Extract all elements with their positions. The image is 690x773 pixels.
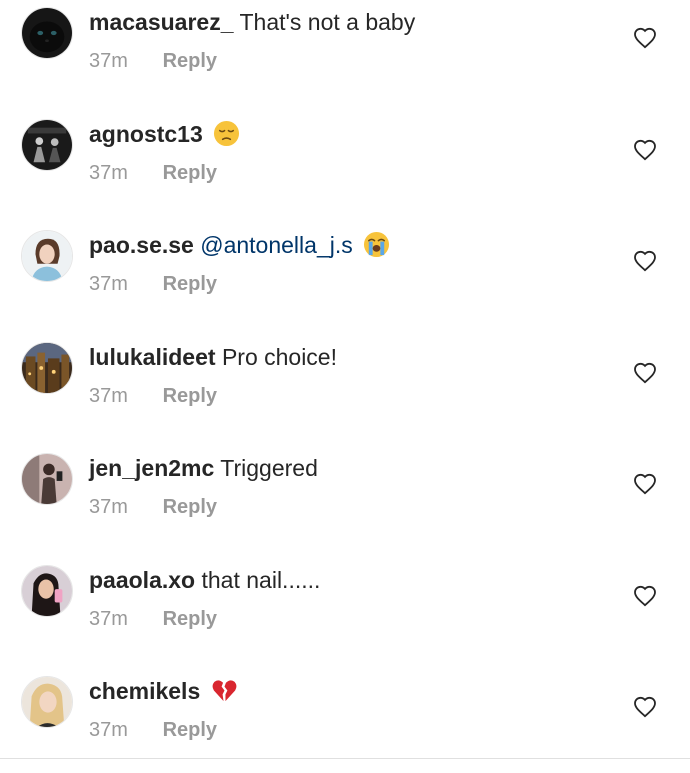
comment-timestamp: 37m	[89, 607, 128, 630]
comment-username[interactable]: chemikels	[89, 678, 200, 704]
heart-outline-icon[interactable]	[633, 473, 657, 495]
user-avatar[interactable]	[21, 230, 73, 282]
heart-outline-icon[interactable]	[633, 585, 657, 607]
user-avatar[interactable]	[21, 676, 73, 728]
user-avatar[interactable]	[21, 341, 73, 394]
loudly-crying-face-emoji-icon	[363, 231, 390, 258]
user-avatar[interactable]	[21, 7, 73, 59]
dark-figures-avatar-icon	[22, 119, 72, 170]
comment-text: that nail......	[201, 566, 321, 593]
comment-username[interactable]: agnostc13	[89, 121, 203, 147]
comment-line: chemikels	[89, 677, 238, 705]
reply-button[interactable]: Reply	[163, 719, 217, 741]
comment-item: paaola.xo that nail...... 37m Reply	[0, 558, 690, 670]
comment-timestamp: 37m	[89, 496, 128, 518]
user-avatar[interactable]	[21, 453, 73, 505]
reply-button[interactable]: Reply	[163, 162, 217, 184]
broken-heart-emoji-icon	[211, 677, 238, 704]
comment-meta: 37m Reply	[89, 272, 217, 296]
comment-username[interactable]: macasuarez_	[89, 9, 234, 35]
comment-timestamp: 37m	[89, 273, 128, 295]
comment-list: macasuarez_ That's not a baby 37m Reply …	[0, 0, 690, 773]
comment-username[interactable]: lulukalideet	[89, 344, 216, 370]
user-avatar[interactable]	[21, 564, 73, 617]
comment-mention-link[interactable]: @antonella_j.s	[200, 232, 353, 258]
comment-username[interactable]: pao.se.se	[89, 232, 194, 258]
reply-button[interactable]: Reply	[163, 385, 217, 407]
comment-item: pao.se.se @antonella_j.s 37m Reply	[0, 223, 690, 335]
dark-hair-selfie-avatar-icon	[22, 565, 72, 616]
comment-timestamp: 37m	[89, 50, 128, 72]
comment-meta: 37m Reply	[89, 607, 217, 631]
comment-item: macasuarez_ That's not a baby 37m Reply	[0, 0, 690, 112]
girl-portrait-avatar-icon	[22, 231, 72, 281]
heart-outline-icon[interactable]	[633, 139, 657, 161]
comment-text: That's not a baby	[239, 9, 416, 35]
heart-outline-icon[interactable]	[633, 250, 657, 272]
black-cat-avatar-icon	[22, 8, 72, 58]
comment-line: jen_jen2mc Triggered	[89, 454, 318, 482]
comment-timestamp: 37m	[89, 384, 128, 407]
comment-line: lulukalideet Pro choice!	[89, 343, 337, 371]
heart-outline-icon[interactable]	[633, 362, 657, 384]
mirror-selfie-avatar-icon	[22, 454, 72, 504]
comment-timestamp: 37m	[89, 719, 128, 741]
blonde-selfie-avatar-icon	[22, 677, 72, 727]
heart-outline-icon[interactable]	[633, 27, 657, 49]
user-avatar[interactable]	[21, 118, 73, 171]
comment-timestamp: 37m	[89, 161, 128, 184]
comment-meta: 37m Reply	[89, 495, 217, 519]
pensive-face-emoji-icon	[213, 120, 240, 147]
comment-username[interactable]: paaola.xo	[89, 567, 195, 593]
comment-item: jen_jen2mc Triggered 37m Reply	[0, 446, 690, 558]
reply-button[interactable]: Reply	[163, 50, 217, 72]
list-divider	[0, 758, 690, 759]
comment-line: macasuarez_ That's not a baby	[89, 8, 415, 36]
reply-button[interactable]: Reply	[163, 608, 217, 630]
comment-item: lulukalideet Pro choice! 37m Reply	[0, 335, 690, 447]
reply-button[interactable]: Reply	[163, 273, 217, 295]
comment-item: agnostc13 37m Reply	[0, 112, 690, 224]
comment-meta: 37m Reply	[89, 718, 217, 742]
comment-text: Pro choice!	[221, 343, 337, 370]
city-night-avatar-icon	[22, 342, 72, 393]
comment-line: pao.se.se @antonella_j.s	[89, 231, 390, 259]
reply-button[interactable]: Reply	[163, 496, 217, 518]
comment-line: agnostc13	[89, 120, 240, 148]
comment-line: paaola.xo that nail......	[89, 566, 320, 594]
comment-meta: 37m Reply	[89, 49, 217, 73]
comment-username[interactable]: jen_jen2mc	[89, 455, 214, 481]
comment-meta: 37m Reply	[89, 384, 217, 408]
heart-outline-icon[interactable]	[633, 696, 657, 718]
comment-text: Triggered	[220, 455, 318, 481]
comment-meta: 37m Reply	[89, 161, 217, 185]
